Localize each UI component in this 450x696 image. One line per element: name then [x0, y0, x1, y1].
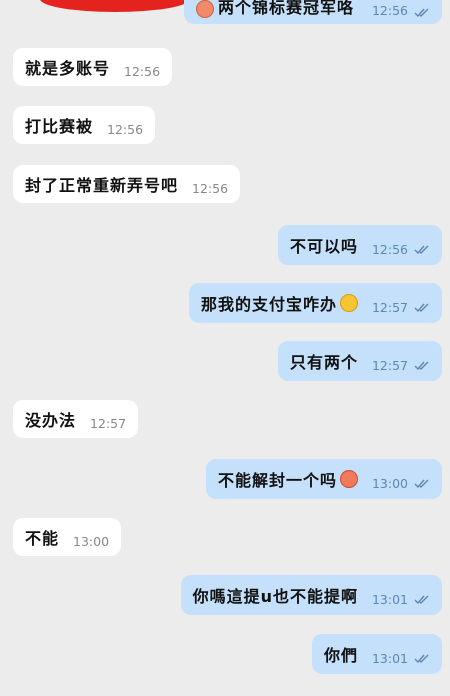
message-bubble-incoming[interactable]: 不能 13:00: [13, 518, 122, 556]
message-text: 不能: [25, 529, 60, 548]
red-decoration: [40, 0, 190, 12]
laughing-emoji-icon: [339, 294, 358, 312]
message-text: 就是多账号: [25, 59, 111, 78]
message-time: 12:56: [192, 180, 229, 196]
double-check-icon: [414, 245, 429, 255]
message-time: 12:57: [371, 299, 408, 315]
chat-history: 两个锦标赛冠军咯 12:56 就是多账号 12:56 打比赛被 12:56 封了…: [0, 0, 450, 696]
angry-emoji-icon: [339, 470, 358, 488]
message-bubble-outgoing[interactable]: 不可以吗 12:56: [277, 225, 442, 265]
message-text: 你嗎這提u也不能提啊: [192, 587, 358, 606]
message-time: 12:56: [107, 121, 144, 137]
message-bubble-incoming[interactable]: 封了正常重新弄号吧 12:56: [13, 165, 241, 203]
message-bubble-incoming[interactable]: 就是多账号 12:56: [13, 48, 173, 86]
message-text: 你們: [323, 646, 358, 665]
double-check-icon: [414, 479, 429, 489]
message-bubble-outgoing[interactable]: 你們 13:01: [311, 634, 442, 674]
message-bubble-outgoing[interactable]: 只有两个 12:57: [277, 341, 442, 381]
message-text: 只有两个: [289, 353, 358, 372]
message-bubble-outgoing[interactable]: 那我的支付宝咋办 12:57: [188, 283, 442, 323]
message-time: 12:56: [371, 3, 408, 18]
message-time: 13:00: [73, 533, 110, 549]
double-check-icon: [414, 303, 429, 313]
message-text: 没办法: [25, 411, 77, 430]
double-check-icon: [414, 595, 429, 605]
message-text: 封了正常重新弄号吧: [25, 176, 179, 195]
message-text: 打比赛被: [25, 117, 94, 136]
message-time: 12:57: [90, 415, 127, 431]
message-time: 13:01: [371, 591, 408, 607]
message-bubble-incoming[interactable]: 没办法 12:57: [13, 400, 139, 438]
message-bubble-outgoing[interactable]: 两个锦标赛冠军咯 12:56: [184, 0, 442, 24]
double-check-icon: [414, 8, 429, 18]
message-time: 12:57: [371, 357, 408, 373]
double-check-icon: [414, 654, 429, 664]
message-bubble-outgoing[interactable]: 你嗎這提u也不能提啊 13:01: [180, 575, 442, 615]
message-text: 那我的支付宝咋办: [200, 295, 337, 314]
emoji-icon: [196, 0, 214, 18]
message-text: 两个锦标赛冠军咯: [218, 0, 355, 17]
message-bubble-incoming[interactable]: 打比赛被 12:56: [13, 106, 156, 144]
message-text: 不能解封一个吗: [217, 471, 337, 490]
double-check-icon: [414, 361, 429, 371]
message-text: 不可以吗: [289, 237, 358, 256]
message-time: 12:56: [371, 241, 408, 257]
message-time: 13:01: [371, 650, 408, 666]
message-bubble-outgoing[interactable]: 不能解封一个吗 13:00: [205, 459, 442, 499]
message-time: 12:56: [124, 63, 161, 79]
message-time: 13:00: [371, 475, 408, 491]
